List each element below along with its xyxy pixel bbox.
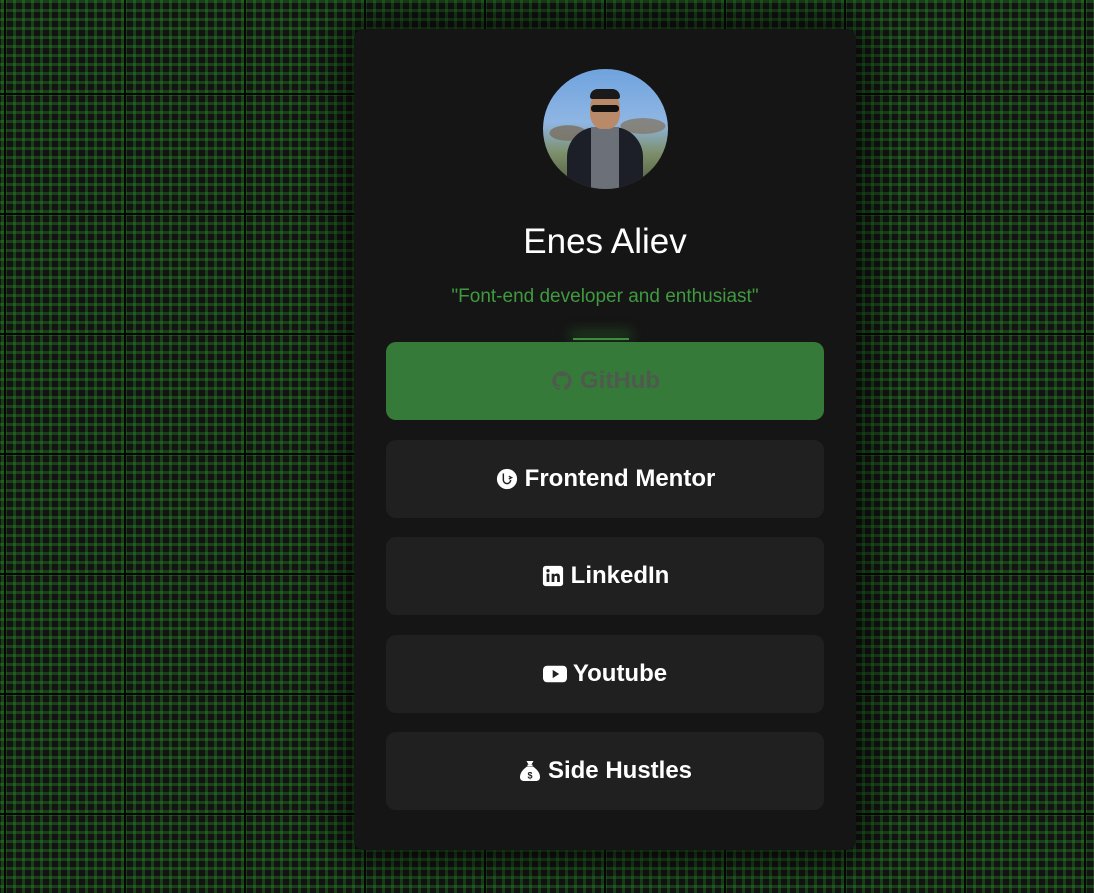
frontend-mentor-link[interactable]: Frontend Mentor (386, 440, 824, 518)
profile-name: Enes Aliev (523, 222, 687, 261)
avatar (543, 69, 668, 189)
linkedin-link[interactable]: LinkedIn (386, 537, 824, 615)
github-link[interactable]: GitHub (386, 342, 824, 420)
github-label: GitHub (580, 367, 660, 394)
linkedin-icon (541, 564, 565, 588)
youtube-icon (542, 662, 567, 686)
github-icon (550, 369, 574, 393)
frontend-mentor-icon (495, 467, 519, 491)
hover-glow (573, 338, 629, 340)
profile-card: Enes Aliev "Font-end developer and enthu… (354, 29, 856, 850)
linkedin-label: LinkedIn (570, 562, 670, 589)
side-hustles-label: Side Hustles (547, 757, 693, 784)
profile-tagline: "Font-end developer and enthusiast" (451, 286, 759, 307)
money-bag-icon: $ (518, 759, 542, 783)
side-hustles-link[interactable]: $ Side Hustles (386, 732, 824, 810)
youtube-link[interactable]: Youtube (386, 635, 824, 713)
frontend-mentor-label: Frontend Mentor (524, 465, 716, 492)
youtube-label: Youtube (572, 660, 668, 687)
svg-text:$: $ (527, 770, 532, 780)
